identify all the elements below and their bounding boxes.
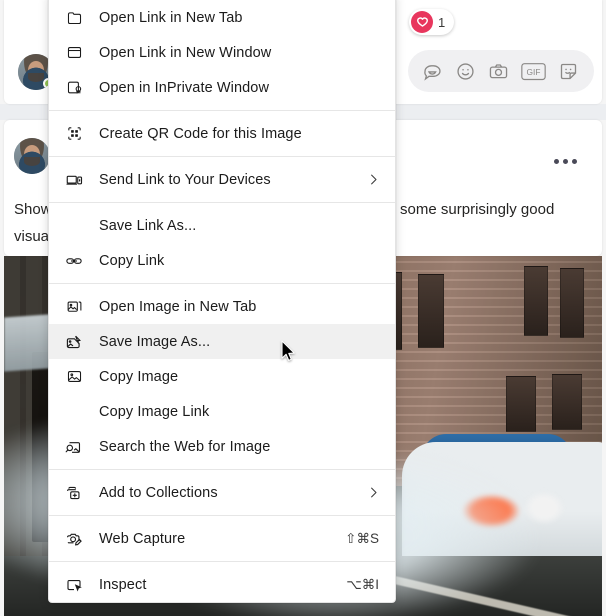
menu-item-save-image-as[interactable]: Save Image As... [49,324,395,359]
photo-window [560,268,584,338]
avatar-beard [28,72,44,83]
devices-icon [49,171,99,189]
menu-item-label: Create QR Code for this Image [99,125,302,142]
reaction-badge[interactable]: 1 [409,9,455,35]
svg-text:GIF: GIF [527,66,541,76]
menu-item-label: Save Image As... [99,333,211,350]
sticker-icon[interactable] [558,61,579,82]
menu-separator [49,561,395,562]
menu-item-label: Web Capture [99,530,186,547]
avatar-beard [24,156,40,167]
inspect-icon [49,576,99,594]
menu-item-inspect[interactable]: Inspect ⌥⌘I [49,567,395,602]
dot [553,158,559,164]
menu-separator [49,283,395,284]
menu-separator [49,156,395,157]
photo-window [552,374,582,430]
menu-item-label: Copy Image Link [99,403,210,420]
menu-item-label: Open Image in New Tab [99,298,257,315]
menu-item-save-link-as[interactable]: Save Link As... [49,208,395,243]
menu-item-label: Copy Image [99,368,179,385]
menu-item-label: Open Link in New Window [99,44,272,61]
new-window-icon [49,44,99,61]
chevron-right-icon [366,485,381,500]
photo-window [506,376,536,432]
menu-item-open-link-new-tab[interactable]: Open Link in New Tab [49,0,395,35]
qr-code-icon [49,125,99,142]
menu-item-open-inprivate-window[interactable]: Open in InPrivate Window [49,70,395,105]
menu-separator [49,202,395,203]
photo-window [418,274,444,348]
menu-item-create-qr-code[interactable]: Create QR Code for this Image [49,116,395,151]
web-capture-icon [49,530,99,548]
menu-item-copy-image-link[interactable]: Copy Image Link [49,394,395,429]
menu-item-shortcut: ⇧⌘S [345,530,379,546]
menu-separator [49,469,395,470]
menu-item-label: Add to Collections [99,484,218,501]
menu-item-label: Save Link As... [99,217,197,234]
menu-item-open-image-new-tab[interactable]: Open Image in New Tab [49,289,395,324]
image-icon [49,368,99,385]
image-search-icon [49,438,99,456]
heart-icon [411,11,433,33]
dot [571,158,577,164]
chevron-right-icon [366,172,381,187]
screenshot-root: Showed it to my kids and they loved it. … [0,0,606,616]
menu-item-label: Send Link to Your Devices [99,171,271,188]
menu-item-add-to-collections[interactable]: Add to Collections [49,475,395,510]
emoji-icon[interactable] [455,61,476,82]
reaction-count: 1 [438,14,446,30]
link-icon [49,252,99,270]
dot [562,158,568,164]
menu-item-copy-image[interactable]: Copy Image [49,359,395,394]
menu-item-copy-link[interactable]: Copy Link [49,243,395,278]
menu-item-label: Open Link in New Tab [99,9,243,26]
menu-item-label: Copy Link [99,252,165,269]
avatar[interactable] [14,138,50,174]
collections-icon [49,484,99,502]
praise-icon[interactable] [422,61,443,82]
menu-item-label: Inspect [99,576,147,593]
menu-separator [49,110,395,111]
context-menu[interactable]: Open Link in New Tab Open Link in New Wi… [48,0,396,603]
menu-item-shortcut: ⌥⌘I [346,576,379,592]
menu-item-open-link-new-window[interactable]: Open Link in New Window [49,35,395,70]
menu-separator [49,515,395,516]
new-tab-icon [49,9,99,26]
compose-toolbar: GIF [408,50,594,92]
camera-icon[interactable] [488,61,509,82]
photo-window [524,266,548,336]
menu-item-search-web-for-image[interactable]: Search the Web for Image [49,429,395,464]
inprivate-icon [49,79,99,96]
more-options-button[interactable] [548,150,582,172]
gif-icon[interactable]: GIF [521,62,546,81]
menu-item-web-capture[interactable]: Web Capture ⇧⌘S [49,521,395,556]
menu-item-label: Search the Web for Image [99,438,271,455]
image-new-tab-icon [49,298,99,315]
save-image-icon [49,333,99,351]
menu-item-send-link-to-devices[interactable]: Send Link to Your Devices [49,162,395,197]
menu-item-label: Open in InPrivate Window [99,79,270,96]
